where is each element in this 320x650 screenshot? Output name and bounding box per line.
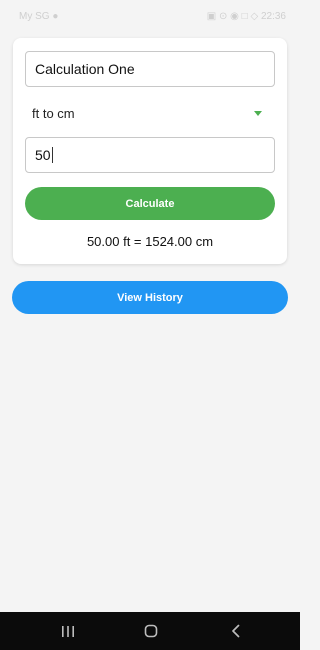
calculation-name-input[interactable]: Calculation One <box>25 51 275 87</box>
conversion-dropdown[interactable]: ft to cm <box>25 98 275 128</box>
value-input[interactable]: 50 <box>25 137 275 173</box>
status-bar-carrier: My SG ● <box>19 11 59 22</box>
calculation-name-value: Calculation One <box>35 61 135 77</box>
view-history-button[interactable]: View History <box>12 281 288 314</box>
home-icon <box>144 624 158 638</box>
result-text: 50.00 ft = 1524.00 cm <box>86 234 214 249</box>
status-bar: My SG ● ▣ ⊙ ◉ □ ◇ 22:36 <box>0 0 300 30</box>
calculate-button[interactable]: Calculate <box>25 187 275 220</box>
conversion-selected-value: ft to cm <box>32 105 75 121</box>
value-input-value: 50 <box>35 147 51 163</box>
recents-button[interactable] <box>57 620 79 642</box>
navigation-bar <box>0 612 300 650</box>
status-bar-icons: ▣ ⊙ ◉ □ ◇ 22:36 <box>206 11 286 22</box>
back-button[interactable] <box>225 620 247 642</box>
recents-icon <box>62 626 74 637</box>
dropdown-arrow-icon <box>254 110 262 116</box>
back-icon <box>232 624 240 638</box>
home-button[interactable] <box>140 620 162 642</box>
text-cursor <box>51 147 53 163</box>
calculation-card: Calculation One ft to cm 50 Calculate 50… <box>13 38 287 264</box>
